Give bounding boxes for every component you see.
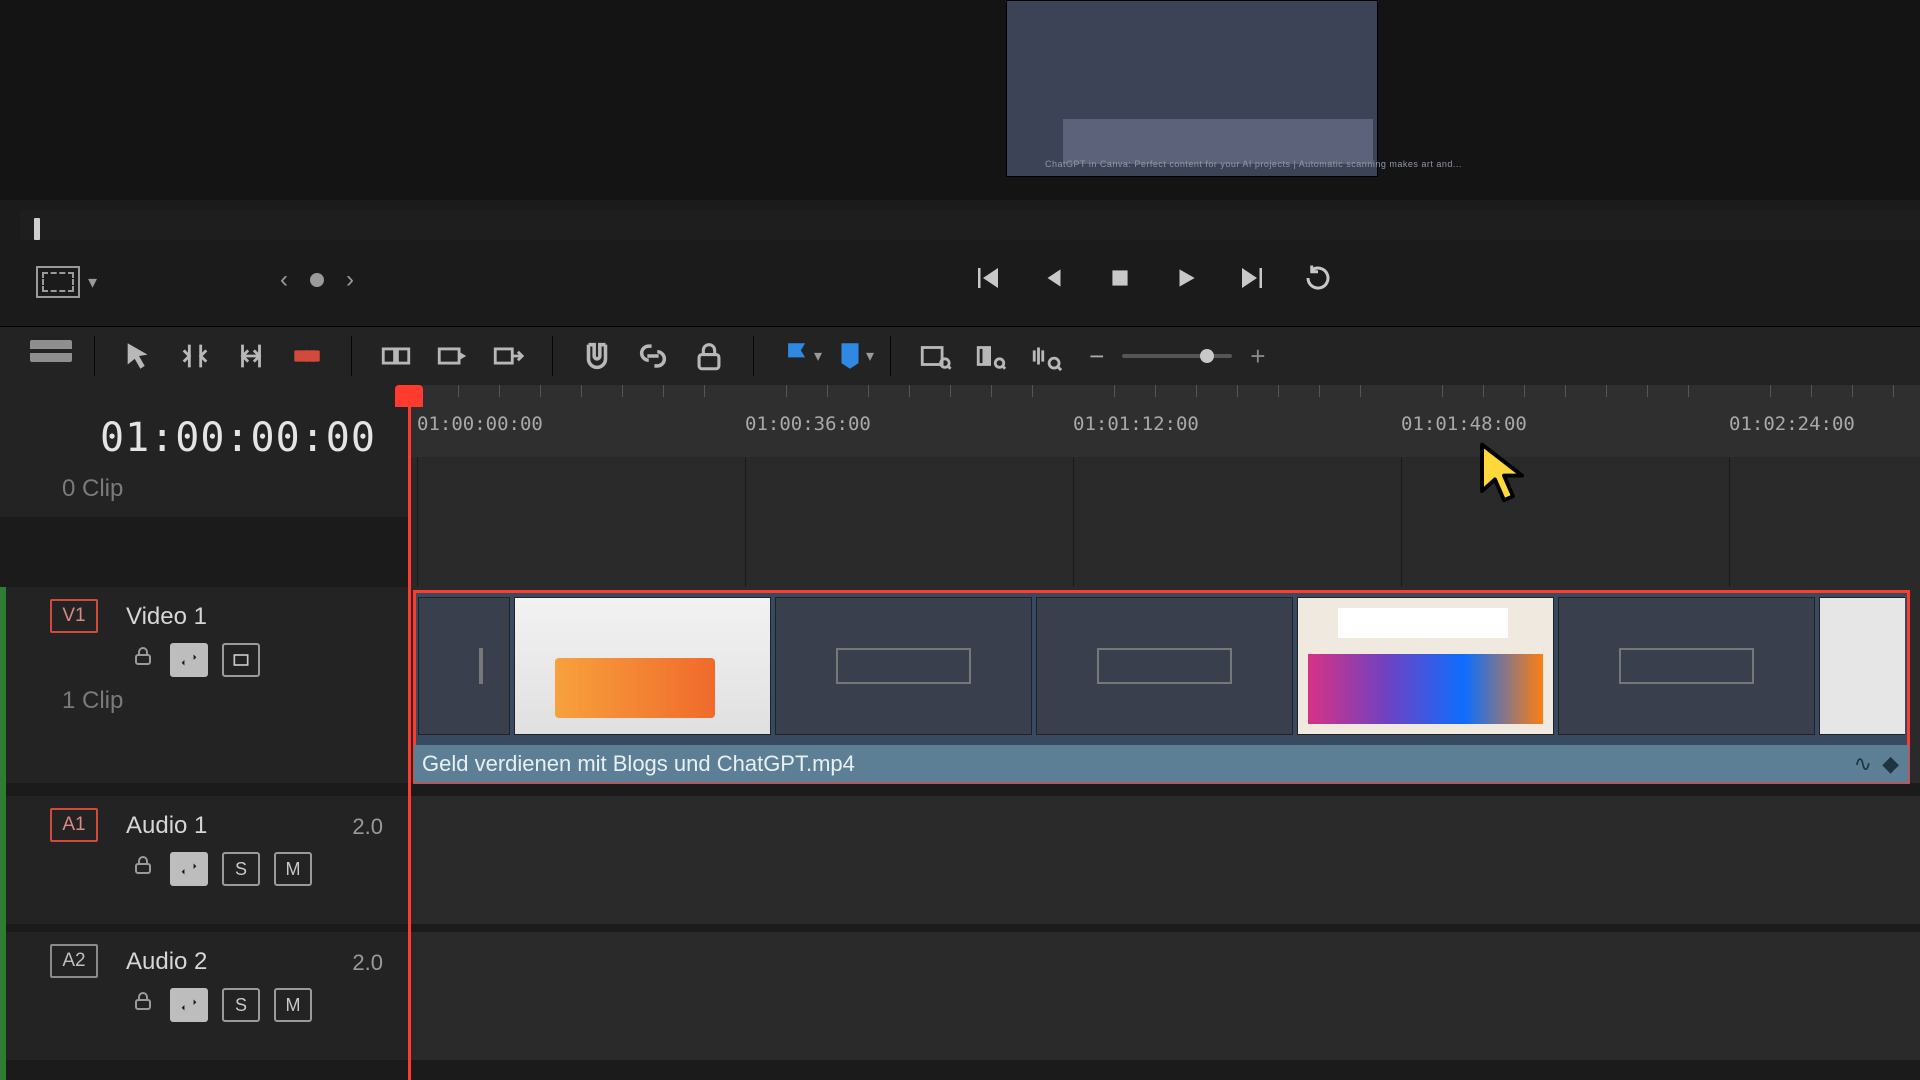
clip-name-bar: Geld verdienen mit Blogs und ChatGPT.mp4… (414, 745, 1909, 783)
timeline-view-button[interactable] (36, 266, 80, 298)
clip-thumb (775, 597, 1032, 735)
auto-select-icon[interactable] (170, 988, 208, 1022)
timecode-display: 01:00:00:00 (100, 415, 376, 461)
overwrite-clip-icon[interactable] (424, 336, 480, 376)
trim-tool[interactable] (167, 336, 223, 376)
insert-clip-icon[interactable] (368, 336, 424, 376)
go-start-button[interactable] (970, 260, 1006, 296)
play-button[interactable] (1168, 260, 1204, 296)
divider (552, 336, 553, 376)
track-lock-icon[interactable] (130, 988, 156, 1014)
blade-tool[interactable] (279, 336, 335, 376)
track-header-a2[interactable]: A2 Audio 2 2.0 S M (0, 932, 410, 1060)
auto-select-icon[interactable] (170, 852, 208, 886)
dynamic-trim-tool[interactable] (223, 336, 279, 376)
lane-a1[interactable] (409, 796, 1920, 924)
clip-thumb (514, 597, 771, 735)
stop-button[interactable] (1102, 260, 1138, 296)
video-clip[interactable]: Geld verdienen mit Blogs und ChatGPT.mp4… (413, 590, 1910, 784)
viewer-area: ChatGPT in Canva: Perfect content for yo… (0, 0, 1920, 200)
flag-dropdown-caret[interactable]: ▾ (814, 346, 822, 366)
clip-name-label: Geld verdienen mit Blogs und ChatGPT.mp4 (422, 751, 855, 777)
zoom-in-button[interactable]: + (1250, 341, 1265, 372)
clip-count-row: 0 Clip (0, 457, 410, 517)
zoom-out-button[interactable]: − (1089, 341, 1104, 372)
track-sublabel-v1: 1 Clip (62, 687, 123, 715)
mute-button[interactable]: M (274, 852, 312, 886)
clip-keyframe-icon[interactable]: ◆ (1882, 751, 1899, 777)
divider (890, 336, 891, 376)
track-badge-a1[interactable]: A1 (50, 808, 98, 842)
divider (94, 336, 95, 376)
ruler-tick-label: 01:00:36:00 (745, 413, 871, 435)
zoom-detail-icon[interactable] (963, 336, 1019, 376)
step-back-button[interactable] (1036, 260, 1072, 296)
prev-edit-icon[interactable]: ‹ (280, 266, 288, 294)
lock-icon[interactable] (681, 336, 737, 376)
track-lock-icon[interactable] (130, 852, 156, 878)
timeline-layout-icon[interactable] (30, 340, 78, 372)
solo-button[interactable]: S (222, 852, 260, 886)
track-badge-v1[interactable]: V1 (50, 599, 98, 633)
solo-button[interactable]: S (222, 988, 260, 1022)
clip-thumb (1036, 597, 1293, 735)
replace-clip-icon[interactable] (480, 336, 536, 376)
ruler-tick-label: 01:02:24:00 (1729, 413, 1855, 435)
cursor-overlay-icon (1478, 442, 1530, 504)
clip-thumb (1558, 597, 1815, 735)
viewer-frame: ChatGPT in Canva: Perfect content for yo… (1006, 0, 1378, 177)
scrub-handle[interactable] (34, 218, 40, 240)
track-badge-a2[interactable]: A2 (50, 944, 98, 978)
clip-thumb (1297, 597, 1554, 735)
snap-icon[interactable] (569, 336, 625, 376)
divider (351, 336, 352, 376)
ruler-empty-lane (409, 457, 1920, 587)
next-edit-icon[interactable]: › (346, 266, 354, 294)
clip-fx-icon[interactable]: ∿ (1854, 751, 1872, 777)
link-icon[interactable] (625, 336, 681, 376)
ruler-tick-label: 01:01:12:00 (1073, 413, 1199, 435)
ruler-tick-label: 01:00:00:00 (417, 413, 543, 435)
divider (753, 336, 754, 376)
track-channels-a2: 2.0 (352, 950, 383, 976)
zoom-custom-icon[interactable] (1019, 336, 1075, 376)
transport-row: ▾ ‹ › (0, 250, 1920, 310)
nav-dot-icon[interactable] (310, 273, 324, 287)
clip-thumb (418, 597, 510, 735)
viewer-image (1063, 119, 1373, 164)
loop-button[interactable] (1300, 260, 1336, 296)
track-name-a1: Audio 1 (126, 812, 207, 840)
zoom-slider-track[interactable] (1122, 354, 1232, 358)
auto-select-icon[interactable] (170, 643, 208, 677)
track-header-v1[interactable]: V1 Video 1 1 Clip (0, 587, 410, 783)
lane-a2[interactable] (409, 932, 1920, 1060)
nav-group: ‹ › (280, 264, 354, 296)
timeline-ruler[interactable]: 01:00:00:00 01:00:36:00 01:01:12:00 01:01:4… (409, 385, 1920, 457)
clip-count-label: 0 Clip (62, 475, 123, 503)
clip-thumb (1819, 597, 1905, 735)
go-end-button[interactable] (1234, 260, 1270, 296)
track-name-v1: Video 1 (126, 603, 207, 631)
ruler-tick-label: 01:01:48:00 (1401, 413, 1527, 435)
track-name-a2: Audio 2 (126, 948, 207, 976)
track-enable-icon[interactable] (222, 643, 260, 677)
viewer-caption: ChatGPT in Canva: Perfect content for yo… (1045, 159, 1373, 169)
mute-button[interactable]: M (274, 988, 312, 1022)
track-color-strip (0, 587, 6, 1080)
clip-thumbnails (418, 597, 1905, 735)
track-header-a1[interactable]: A1 Audio 1 2.0 S M (0, 796, 410, 924)
track-lock-icon[interactable] (130, 643, 156, 669)
scrub-strip[interactable] (20, 210, 1920, 240)
zoom-full-icon[interactable] (907, 336, 963, 376)
marker-dropdown-caret[interactable]: ▾ (866, 346, 874, 366)
toolbar: ▾ ▾ − + (0, 326, 1920, 386)
arrow-tool[interactable] (111, 336, 167, 376)
zoom-slider-knob[interactable] (1200, 349, 1214, 363)
timeline-view-caret[interactable]: ▾ (88, 272, 97, 293)
track-channels-a1: 2.0 (352, 814, 383, 840)
